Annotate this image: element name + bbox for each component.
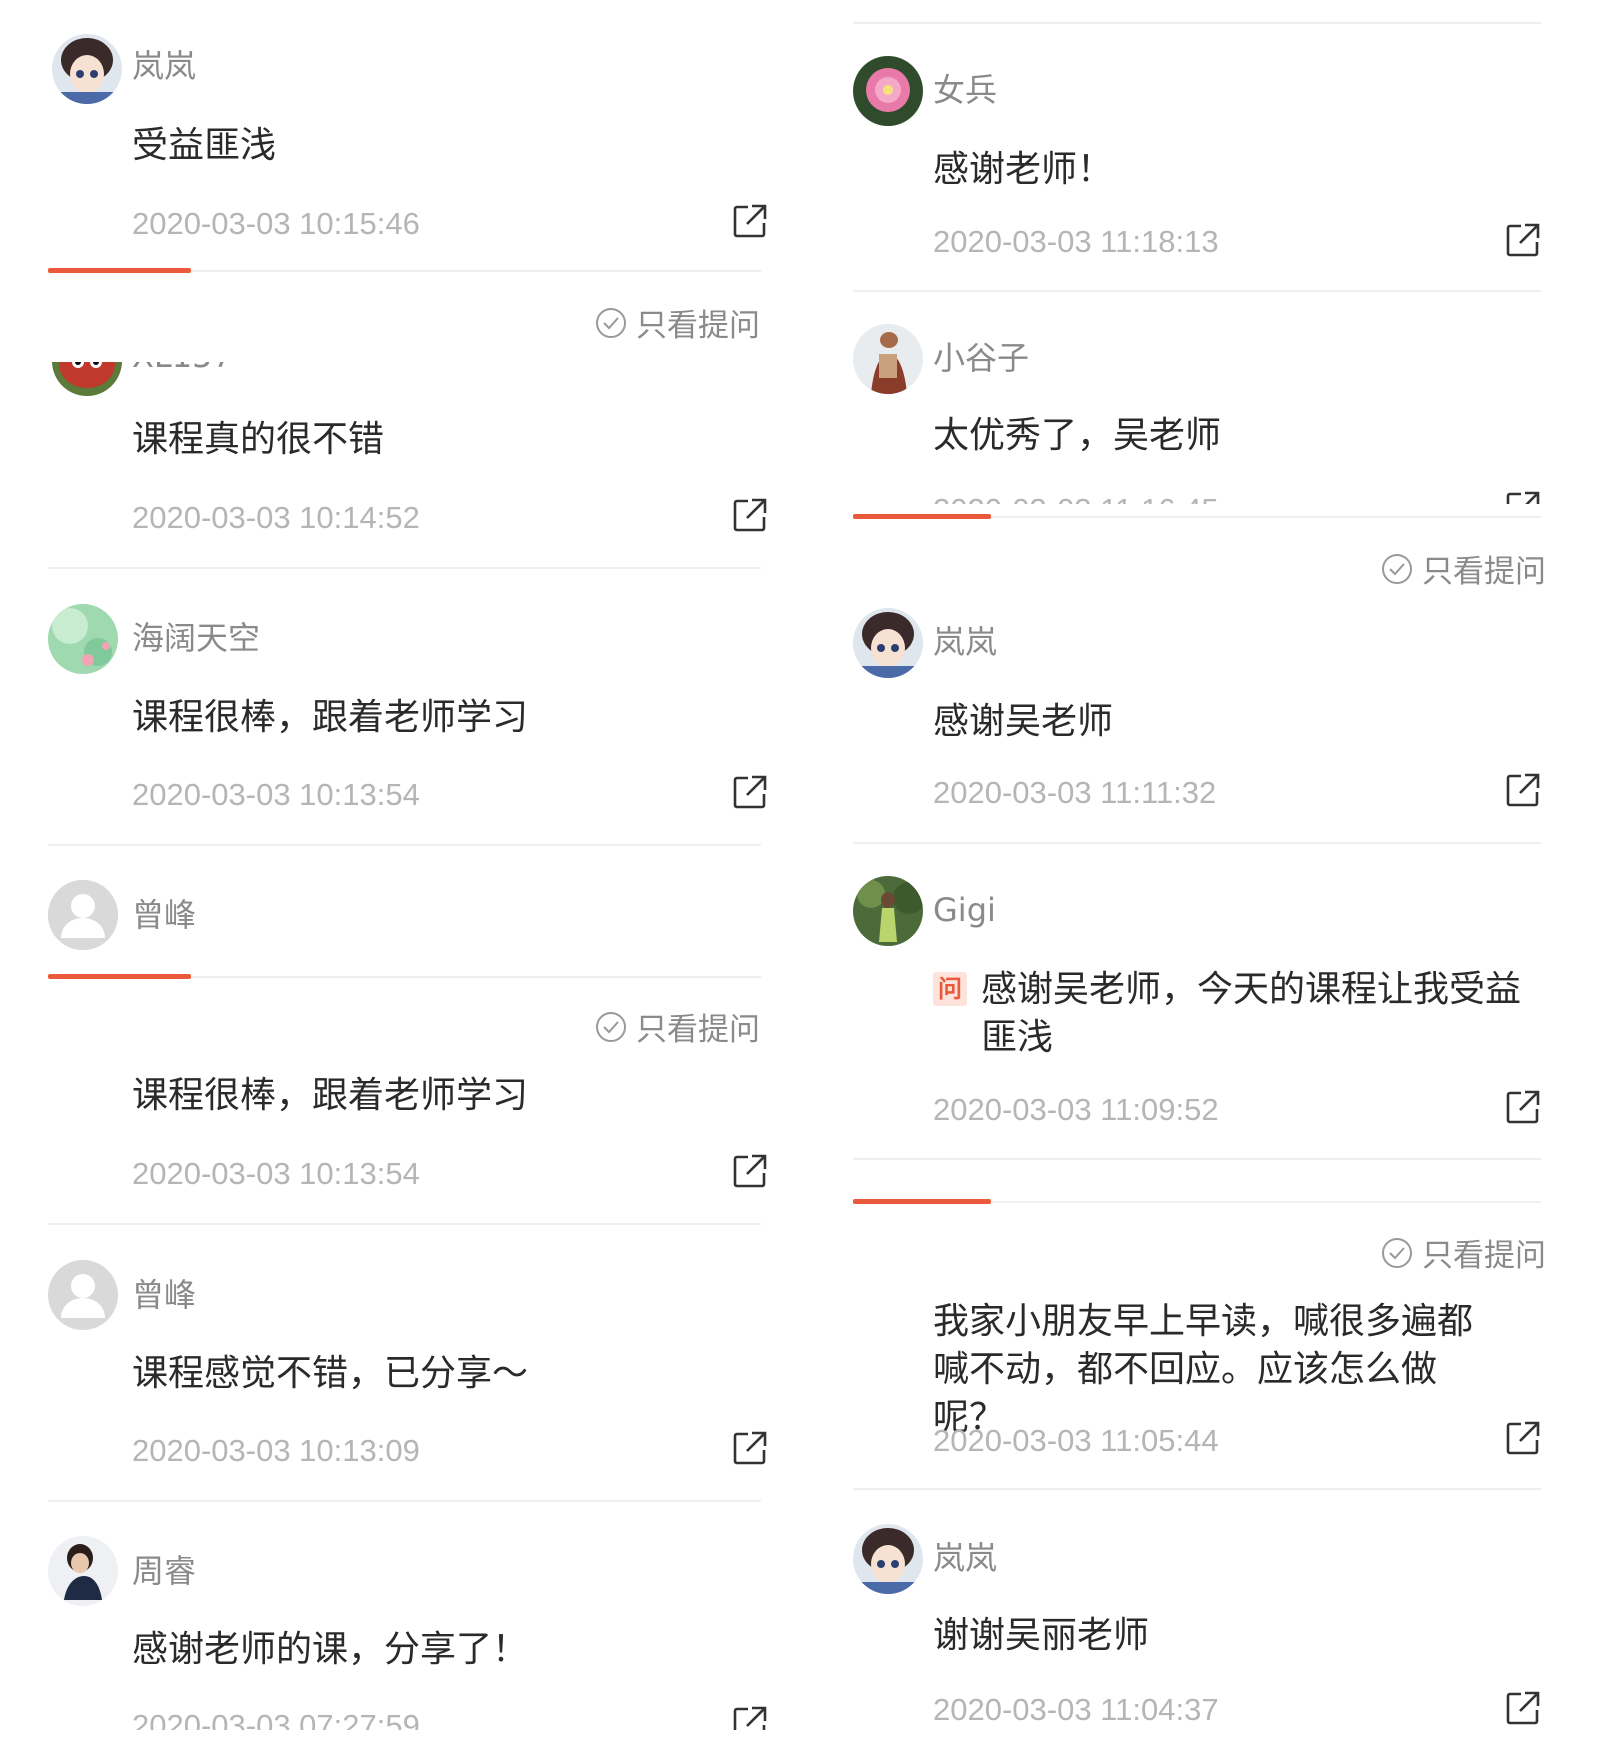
clipped-footer: 2020-03-03 07:27:59 — [48, 1700, 770, 1730]
check-circle-icon — [596, 1011, 626, 1042]
divider — [991, 516, 1541, 518]
filter-label: 只看提问 — [636, 308, 760, 344]
commenter-name: 岚岚 — [933, 1539, 998, 1577]
comment-text: 课程很棒，跟着老师学习 — [132, 1075, 529, 1116]
share-icon[interactable] — [1505, 222, 1541, 258]
divider — [853, 1488, 1541, 1490]
comment-text: 感谢吴老师 — [933, 701, 1114, 742]
share-icon[interactable] — [732, 1705, 768, 1730]
avatar[interactable] — [48, 1536, 118, 1606]
comment-time: 2020-03-03 10:13:54 — [132, 1156, 420, 1191]
divider — [853, 1158, 1541, 1160]
comment-list-right: 女兵 感谢老师！ 2020-03-03 11:18:13 小谷子 太优秀了，吴老… — [853, 0, 1550, 1758]
divider — [191, 270, 761, 272]
check-circle-icon — [1382, 553, 1412, 584]
comment-time: 2020-03-03 10:14:52 — [132, 500, 420, 535]
only-questions-filter[interactable]: 只看提问 — [1380, 1230, 1546, 1275]
comment-time: 2020-03-03 11:11:32 — [933, 775, 1217, 810]
avatar[interactable] — [48, 880, 118, 950]
comment-time: 2020-03-03 11:16:45 — [933, 490, 1219, 504]
check-circle-icon — [596, 307, 626, 338]
comment-text: 太优秀了，吴老师 — [933, 415, 1222, 456]
avatar[interactable] — [853, 876, 923, 946]
share-icon[interactable] — [732, 497, 768, 533]
comment-text: 感谢老师的课，分享了！ — [132, 1629, 529, 1670]
comment-time: 2020-03-03 10:15:46 — [132, 206, 420, 241]
comment-time: 2020-03-03 11:05:44 — [933, 1423, 1219, 1458]
comment-time: 2020-03-03 10:13:09 — [132, 1433, 420, 1468]
share-icon[interactable] — [1505, 772, 1541, 808]
comment-text: 课程感觉不错，已分享～ — [132, 1353, 529, 1394]
only-questions-filter[interactable]: 只看提问 — [1380, 546, 1546, 591]
avatar[interactable] — [853, 56, 923, 126]
comment-time: 2020-03-03 07:27:59 — [132, 1708, 420, 1730]
avatar[interactable] — [52, 362, 122, 396]
commenter-name: Gigi — [933, 891, 996, 929]
comment-text: 感谢吴老师，今天的课程让我受益匪浅 — [981, 969, 1522, 1058]
filter-label: 只看提问 — [1422, 1238, 1546, 1274]
share-icon[interactable] — [1505, 1089, 1541, 1125]
share-icon[interactable] — [732, 1430, 768, 1466]
share-icon[interactable] — [1505, 1690, 1541, 1726]
only-questions-filter[interactable]: 只看提问 — [594, 300, 760, 345]
divider — [48, 1500, 761, 1502]
filter-label: 只看提问 — [636, 1012, 760, 1048]
commenter-name: 曾峰 — [132, 1276, 197, 1314]
check-circle-icon — [1382, 1237, 1412, 1268]
section-accent — [48, 974, 191, 979]
share-icon[interactable] — [1505, 490, 1541, 504]
comment-time: 2020-03-03 11:18:13 — [933, 224, 1219, 259]
comment-text: 受益匪浅 — [132, 125, 277, 166]
question-comment: 问 感谢吴老师，今天的课程让我受益匪浅 — [933, 966, 1533, 1062]
divider — [48, 567, 761, 569]
commenter-name: 岚岚 — [933, 623, 998, 661]
commenter-name: XL157 — [132, 362, 233, 376]
divider — [191, 976, 761, 978]
divider — [853, 842, 1541, 844]
share-icon[interactable] — [732, 1153, 768, 1189]
commenter-name: 岚岚 — [132, 47, 197, 85]
filter-label: 只看提问 — [1422, 554, 1546, 590]
comment-text: 谢谢吴丽老师 — [933, 1615, 1150, 1656]
comment-time: 2020-03-03 10:13:54 — [132, 777, 420, 812]
divider — [853, 290, 1541, 292]
divider — [853, 22, 1541, 24]
commenter-name: 周睿 — [132, 1552, 197, 1590]
divider — [48, 1223, 761, 1225]
comment-text: 感谢老师！ — [933, 149, 1114, 190]
avatar[interactable] — [48, 604, 118, 674]
only-questions-filter[interactable]: 只看提问 — [594, 1004, 760, 1049]
avatar[interactable] — [853, 324, 923, 394]
comment-time: 2020-03-03 11:04:37 — [933, 1692, 1219, 1727]
commenter-name: 女兵 — [933, 71, 998, 109]
question-badge: 问 — [933, 972, 967, 1006]
clipped-footer: 2020-03-03 11:16:45 — [853, 488, 1550, 504]
commenter-name: 曾峰 — [132, 896, 197, 934]
share-icon[interactable] — [732, 774, 768, 810]
avatar[interactable] — [48, 1260, 118, 1330]
avatar[interactable] — [52, 34, 122, 104]
comment-time: 2020-03-03 11:09:52 — [933, 1092, 1219, 1127]
commenter-name: 海阔天空 — [132, 619, 261, 657]
section-accent — [853, 1199, 991, 1204]
clipped-header: XL157 — [48, 362, 770, 402]
divider — [48, 844, 761, 846]
commenter-name: 小谷子 — [933, 339, 1030, 377]
section-accent — [853, 514, 991, 519]
avatar[interactable] — [853, 1524, 923, 1594]
avatar[interactable] — [853, 608, 923, 678]
comment-text: 课程很棒，跟着老师学习 — [132, 697, 529, 738]
comment-text: 课程真的很不错 — [132, 419, 385, 460]
comment-list-left: 岚岚 受益匪浅 2020-03-03 10:15:46 只看提问 XL157 课… — [48, 0, 770, 1758]
share-icon[interactable] — [1505, 1420, 1541, 1456]
section-accent — [48, 268, 191, 273]
share-icon[interactable] — [732, 203, 768, 239]
divider — [991, 1201, 1541, 1203]
